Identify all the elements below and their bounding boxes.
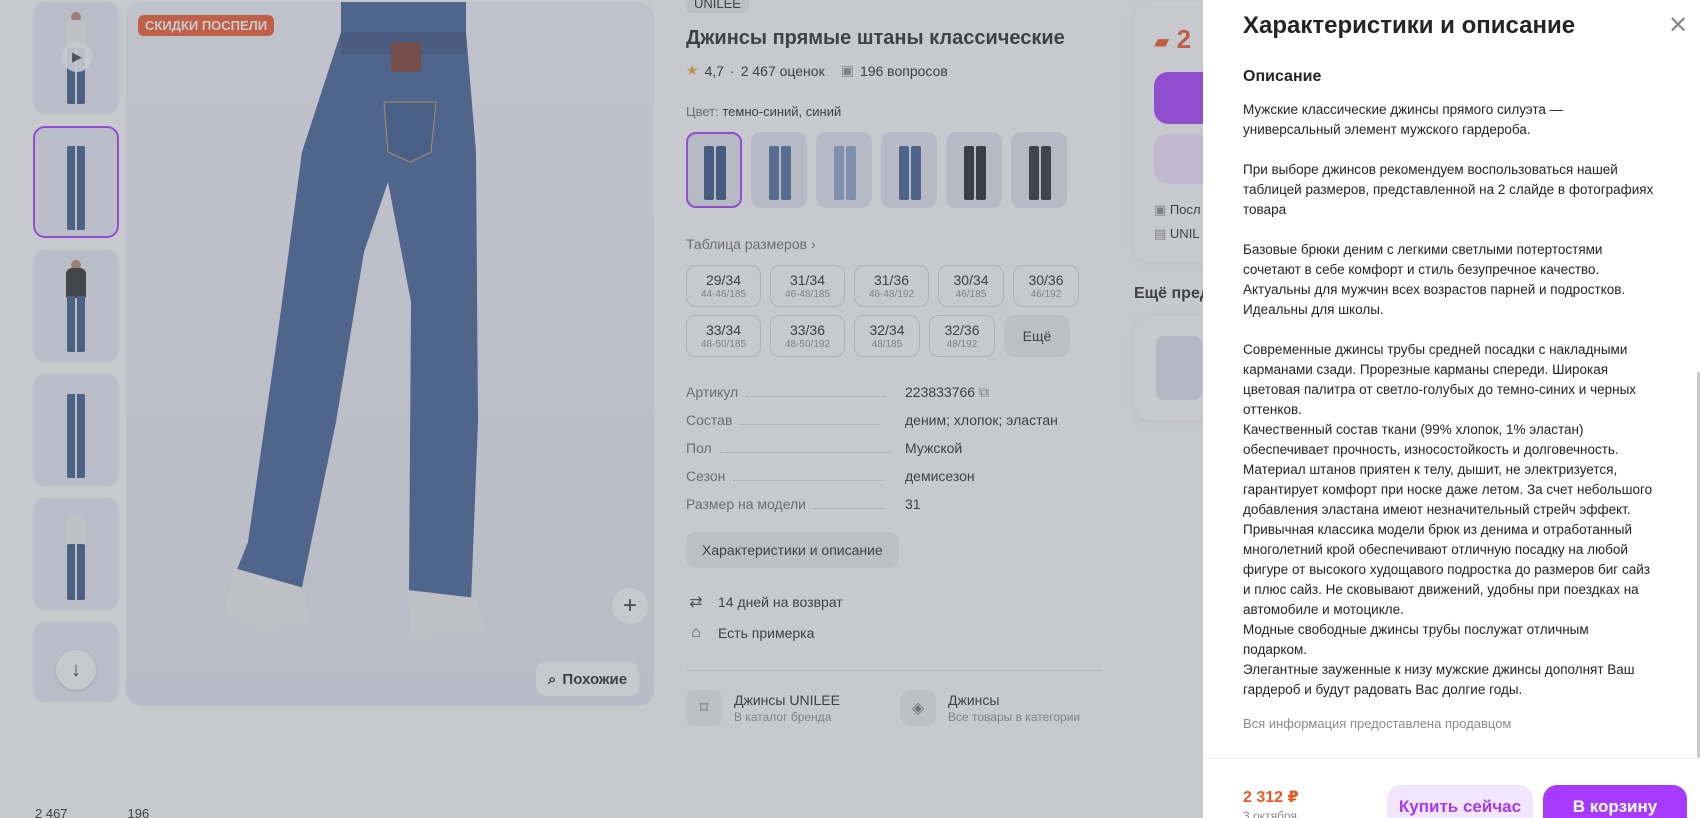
- panel-title: Характеристики и описание: [1243, 12, 1576, 39]
- panel-content[interactable]: Описание Мужские классические джинсы пря…: [1243, 60, 1683, 750]
- seller-note: Вся информация предоставлена продавцом: [1243, 716, 1512, 731]
- characteristics-panel: Характеристики и описание ✕ Описание Муж…: [1203, 0, 1700, 818]
- delivery-date: 3 октября: [1243, 809, 1297, 818]
- buy-now-button[interactable]: Купить сейчас: [1387, 785, 1533, 818]
- description-heading: Описание: [1243, 68, 1322, 85]
- description-text: Мужские классические джинсы прямого силу…: [1243, 102, 1654, 697]
- close-icon[interactable]: ✕: [1663, 10, 1693, 40]
- panel-footer: 2 312 ₽ 3 октября Купить сейчас В корзин…: [1203, 758, 1700, 818]
- footer-price: 2 312 ₽: [1243, 789, 1299, 806]
- add-to-cart-button[interactable]: В корзину: [1543, 785, 1687, 818]
